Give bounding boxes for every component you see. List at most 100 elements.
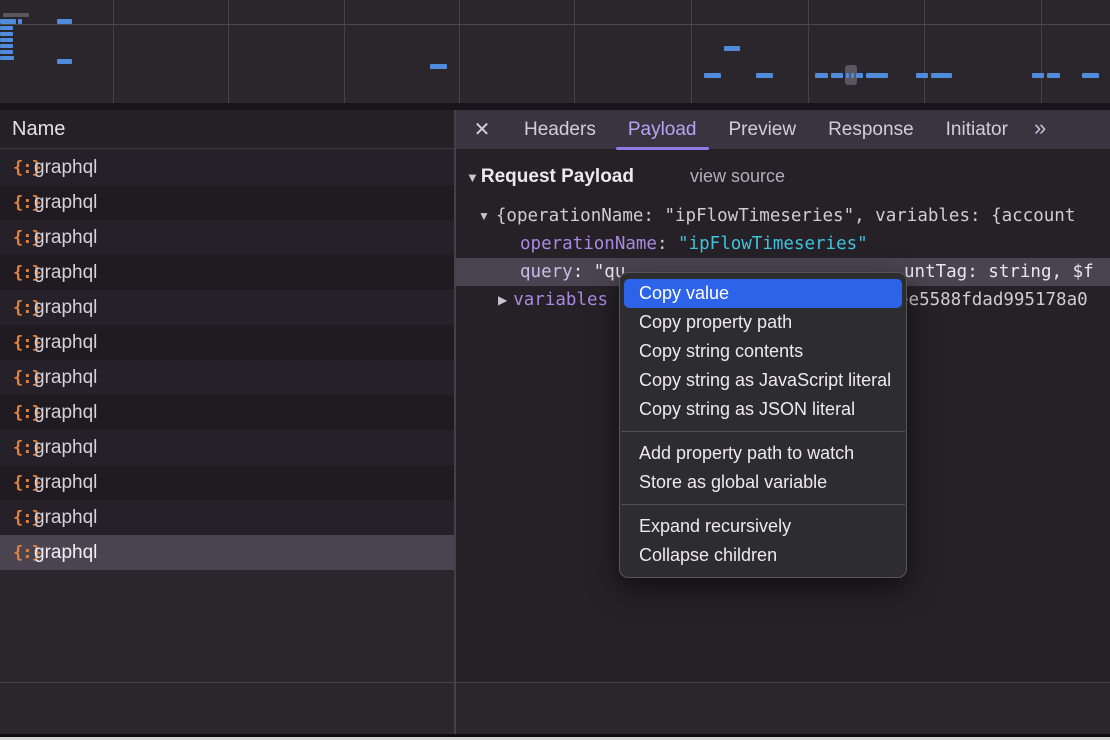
- waterfall-request-bar: [851, 73, 854, 78]
- tab-payload[interactable]: Payload: [612, 110, 713, 150]
- request-name-label: graphql: [34, 332, 97, 354]
- request-name-label: graphql: [34, 192, 97, 214]
- menu-separator: [621, 431, 905, 432]
- property-value-string-continued: untTag: string, $f: [904, 258, 1094, 286]
- waterfall-gridline: [459, 0, 460, 103]
- tab-response[interactable]: Response: [812, 110, 930, 150]
- name-column-label: Name: [12, 118, 65, 141]
- json-request-icon: {:}: [0, 158, 34, 178]
- request-list: {:}graphql{:}graphql{:}graphql{:}graphql…: [0, 150, 454, 570]
- object-preview-continued: ee5588fdad995178a0: [898, 286, 1088, 314]
- request-row-graphql[interactable]: {:}graphql: [0, 430, 454, 465]
- request-name-label: graphql: [34, 507, 97, 529]
- menu-item-copy-string-as-javascript-literal[interactable]: Copy string as JavaScript literal: [620, 366, 906, 395]
- waterfall-gridline: [924, 0, 925, 103]
- menu-item-store-as-global-variable[interactable]: Store as global variable: [620, 468, 906, 497]
- waterfall-request-bar: [57, 59, 72, 64]
- waterfall-request-bar: [831, 73, 843, 78]
- json-request-icon: {:}: [0, 473, 34, 493]
- waterfall-request-bar: [1047, 73, 1060, 78]
- json-request-icon: {:}: [0, 543, 34, 563]
- request-name-label: graphql: [34, 297, 97, 319]
- waterfall-gridline: [228, 0, 229, 103]
- menu-separator: [621, 504, 905, 505]
- waterfall-request-bar: [0, 44, 13, 48]
- waterfall-request-bar: [756, 73, 773, 78]
- waterfall-request-bar: [0, 32, 13, 36]
- waterfall-request-bar: [0, 26, 13, 30]
- expand-triangle-icon[interactable]: ▶: [498, 293, 507, 307]
- tree-row-operation-name[interactable]: operationName: "ipFlowTimeseries": [456, 230, 1110, 258]
- name-column-header[interactable]: Name: [0, 110, 454, 149]
- request-row-graphql[interactable]: {:}graphql: [0, 185, 454, 220]
- more-tabs-icon[interactable]: »: [1024, 115, 1056, 141]
- request-row-graphql[interactable]: {:}graphql: [0, 255, 454, 290]
- json-request-icon: {:}: [0, 438, 34, 458]
- request-name-label: graphql: [34, 402, 97, 424]
- json-request-icon: {:}: [0, 368, 34, 388]
- property-value-string: "ipFlowTimeseries": [678, 234, 868, 254]
- tab-preview[interactable]: Preview: [713, 110, 813, 150]
- request-name-label: graphql: [34, 157, 97, 179]
- waterfall-request-bar: [0, 19, 16, 24]
- waterfall-request-bar: [815, 73, 828, 78]
- request-row-graphql[interactable]: {:}graphql: [0, 500, 454, 535]
- waterfall-request-bar: [1082, 73, 1099, 78]
- close-icon[interactable]: ✕: [456, 117, 508, 142]
- tabs-container: HeadersPayloadPreviewResponseInitiator: [508, 110, 1024, 150]
- waterfall-gridline: [808, 0, 809, 103]
- request-row-graphql[interactable]: {:}graphql: [0, 290, 454, 325]
- status-footer: [0, 683, 1110, 734]
- request-name-label: graphql: [34, 542, 97, 564]
- key-separator: :: [573, 262, 594, 282]
- request-row-graphql[interactable]: {:}graphql: [0, 535, 454, 570]
- waterfall-gridline: [113, 0, 114, 103]
- request-name-label: graphql: [34, 227, 97, 249]
- property-key: operationName: [520, 234, 657, 254]
- view-source-link[interactable]: view source: [690, 166, 785, 187]
- request-row-graphql[interactable]: {:}graphql: [0, 360, 454, 395]
- request-row-graphql[interactable]: {:}graphql: [0, 395, 454, 430]
- footer-panel-divider: [454, 683, 456, 734]
- waterfall-request-bar: [846, 73, 849, 78]
- waterfall-request-bar: [0, 56, 14, 60]
- menu-item-copy-string-as-json-literal[interactable]: Copy string as JSON literal: [620, 395, 906, 424]
- request-list-panel: Name {:}graphql{:}graphql{:}graphql{:}gr…: [0, 110, 454, 734]
- tab-headers[interactable]: Headers: [508, 110, 612, 150]
- request-name-label: graphql: [34, 262, 97, 284]
- menu-item-expand-recursively[interactable]: Expand recursively: [620, 512, 906, 541]
- menu-item-copy-property-path[interactable]: Copy property path: [620, 308, 906, 337]
- property-key: query: [520, 262, 573, 282]
- json-request-icon: {:}: [0, 228, 34, 248]
- menu-item-collapse-children[interactable]: Collapse children: [620, 541, 906, 570]
- payload-section-title: Request Payload: [481, 166, 634, 188]
- key-separator: :: [657, 234, 678, 254]
- menu-item-copy-string-contents[interactable]: Copy string contents: [620, 337, 906, 366]
- menu-item-add-property-path-to-watch[interactable]: Add property path to watch: [620, 439, 906, 468]
- menu-item-copy-value[interactable]: Copy value: [624, 279, 902, 308]
- waterfall-request-bar: [0, 38, 13, 42]
- devtools-network-panel: Name {:}graphql{:}graphql{:}graphql{:}gr…: [0, 0, 1110, 740]
- json-request-icon: {:}: [0, 298, 34, 318]
- waterfall-request-bar: [1032, 73, 1044, 78]
- collapse-triangle-icon[interactable]: ▼: [466, 170, 479, 185]
- tree-row-root[interactable]: ▼ {operationName: "ipFlowTimeseries", va…: [456, 202, 1110, 230]
- waterfall-request-bar: [724, 46, 740, 51]
- request-row-graphql[interactable]: {:}graphql: [0, 465, 454, 500]
- tab-initiator[interactable]: Initiator: [930, 110, 1024, 150]
- waterfall-gridline: [691, 0, 692, 103]
- json-request-icon: {:}: [0, 508, 34, 528]
- waterfall-request-bar: [916, 73, 928, 78]
- waterfall-request-bar: [931, 73, 952, 78]
- collapse-triangle-icon[interactable]: ▼: [478, 209, 490, 223]
- waterfall-request-bar: [704, 73, 721, 78]
- request-row-graphql[interactable]: {:}graphql: [0, 150, 454, 185]
- waterfall-request-bar: [430, 64, 447, 69]
- waterfall-request-bar: [856, 73, 863, 78]
- network-overview-waterfall[interactable]: [0, 0, 1110, 103]
- waterfall-request-bar: [18, 19, 22, 24]
- json-request-icon: {:}: [0, 333, 34, 353]
- request-row-graphql[interactable]: {:}graphql: [0, 220, 454, 255]
- waterfall-gridline: [1041, 0, 1042, 103]
- request-row-graphql[interactable]: {:}graphql: [0, 325, 454, 360]
